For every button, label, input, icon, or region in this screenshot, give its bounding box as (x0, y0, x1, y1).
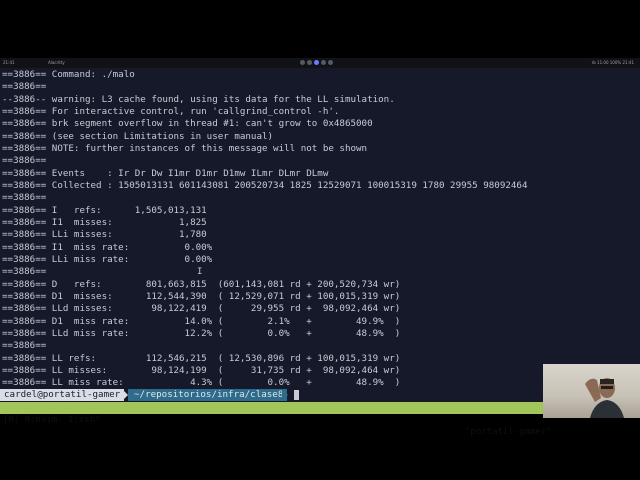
mouse-text-cursor-icon: I (197, 267, 203, 277)
system-top-bar: 21:41 Alacritty rb 11.00 100% 21:41 (0, 58, 640, 68)
tmux-window-list[interactable]: [0] 0:nvim- 1:zsh* (3, 414, 101, 426)
terminal-line: ==3886== NOTE: further instances of this… (2, 142, 368, 154)
terminal-line: ==3886== LLi misses: 1,780 (2, 229, 207, 241)
workspace-dot[interactable] (328, 60, 333, 65)
presenter-video-icon (585, 378, 625, 418)
terminal-line: ==3886== brk segment overflow in thread … (2, 118, 373, 130)
terminal-line: ==3886== I1 miss rate: 0.00% (2, 241, 213, 253)
terminal-line: ==3886== LLi miss rate: 0.00% (2, 253, 213, 265)
clock-left: 21:41 (3, 60, 15, 65)
terminal-cursor (294, 390, 299, 400)
terminal-line: ==3886== (2, 155, 47, 167)
terminal-line: ==3886== Collected : 1505013131 60114308… (2, 179, 528, 191)
prompt-path: ~/repositorios/infra/clase8 (128, 389, 288, 401)
terminal-line: ==3886== D1 misses: 112,544,390 ( 12,529… (2, 290, 401, 302)
terminal-line: ==3886== LL refs: 112,546,215 ( 12,530,8… (2, 352, 401, 364)
terminal-line: ==3886== (2, 266, 47, 278)
terminal-line: ==3886== (2, 81, 47, 93)
terminal-line: ==3886== For interactive control, run 'c… (2, 105, 340, 117)
terminal-line: ==3886== LL miss rate: 4.3% ( 0.0% + 48.… (2, 377, 401, 389)
workspace-dot-active[interactable] (314, 60, 319, 65)
workspace-dot[interactable] (300, 60, 305, 65)
shell-prompt[interactable]: cardel@portatil-gamer ~/repositorios/inf… (0, 389, 300, 401)
terminal-line: ==3886== (see section Limitations in use… (2, 130, 274, 142)
terminal-line: --3886-- warning: L3 cache found, using … (2, 93, 395, 105)
workspace-dot[interactable] (321, 60, 326, 65)
webcam-overlay (543, 364, 640, 418)
window-title: Alacritty (48, 60, 65, 65)
terminal-line: ==3886== I1 misses: 1,825 (2, 216, 207, 228)
terminal-line: ==3886== D1 miss rate: 14.0% ( 2.1% + 49… (2, 315, 401, 327)
prompt-separator-icon (282, 389, 288, 401)
terminal-output: ==3886== Command: ./malo ==3886== --3886… (2, 69, 527, 390)
terminal-line: ==3886== LLd miss rate: 12.2% ( 0.0% + 4… (2, 327, 401, 339)
terminal-line: ==3886== I refs: 1,505,013,131 (2, 204, 207, 216)
terminal-line: ==3886== Command: ./malo (2, 69, 135, 80)
terminal-line: ==3886== Events : Ir Dr Dw I1mr D1mr D1m… (2, 167, 329, 179)
tmux-hostname: "portatil-gamer" (465, 427, 552, 437)
status-tray: rb 11.00 100% 21:41 (591, 60, 634, 65)
workspace-dot[interactable] (307, 60, 312, 65)
terminal-line: ==3886== (2, 340, 47, 352)
terminal-window[interactable]: ==3886== Command: ./malo ==3886== --3886… (0, 68, 640, 402)
terminal-line: ==3886== LLd misses: 98,122,419 ( 29,955… (2, 303, 401, 315)
workspace-indicators[interactable] (300, 60, 335, 66)
terminal-line: ==3886== LL misses: 98,124,199 ( 31,735 … (2, 364, 401, 376)
terminal-line: ==3886== D refs: 801,663,815 (601,143,08… (2, 278, 401, 290)
prompt-userhost: cardel@portatil-gamer (0, 389, 125, 401)
terminal-line: ==3886== (2, 192, 47, 204)
